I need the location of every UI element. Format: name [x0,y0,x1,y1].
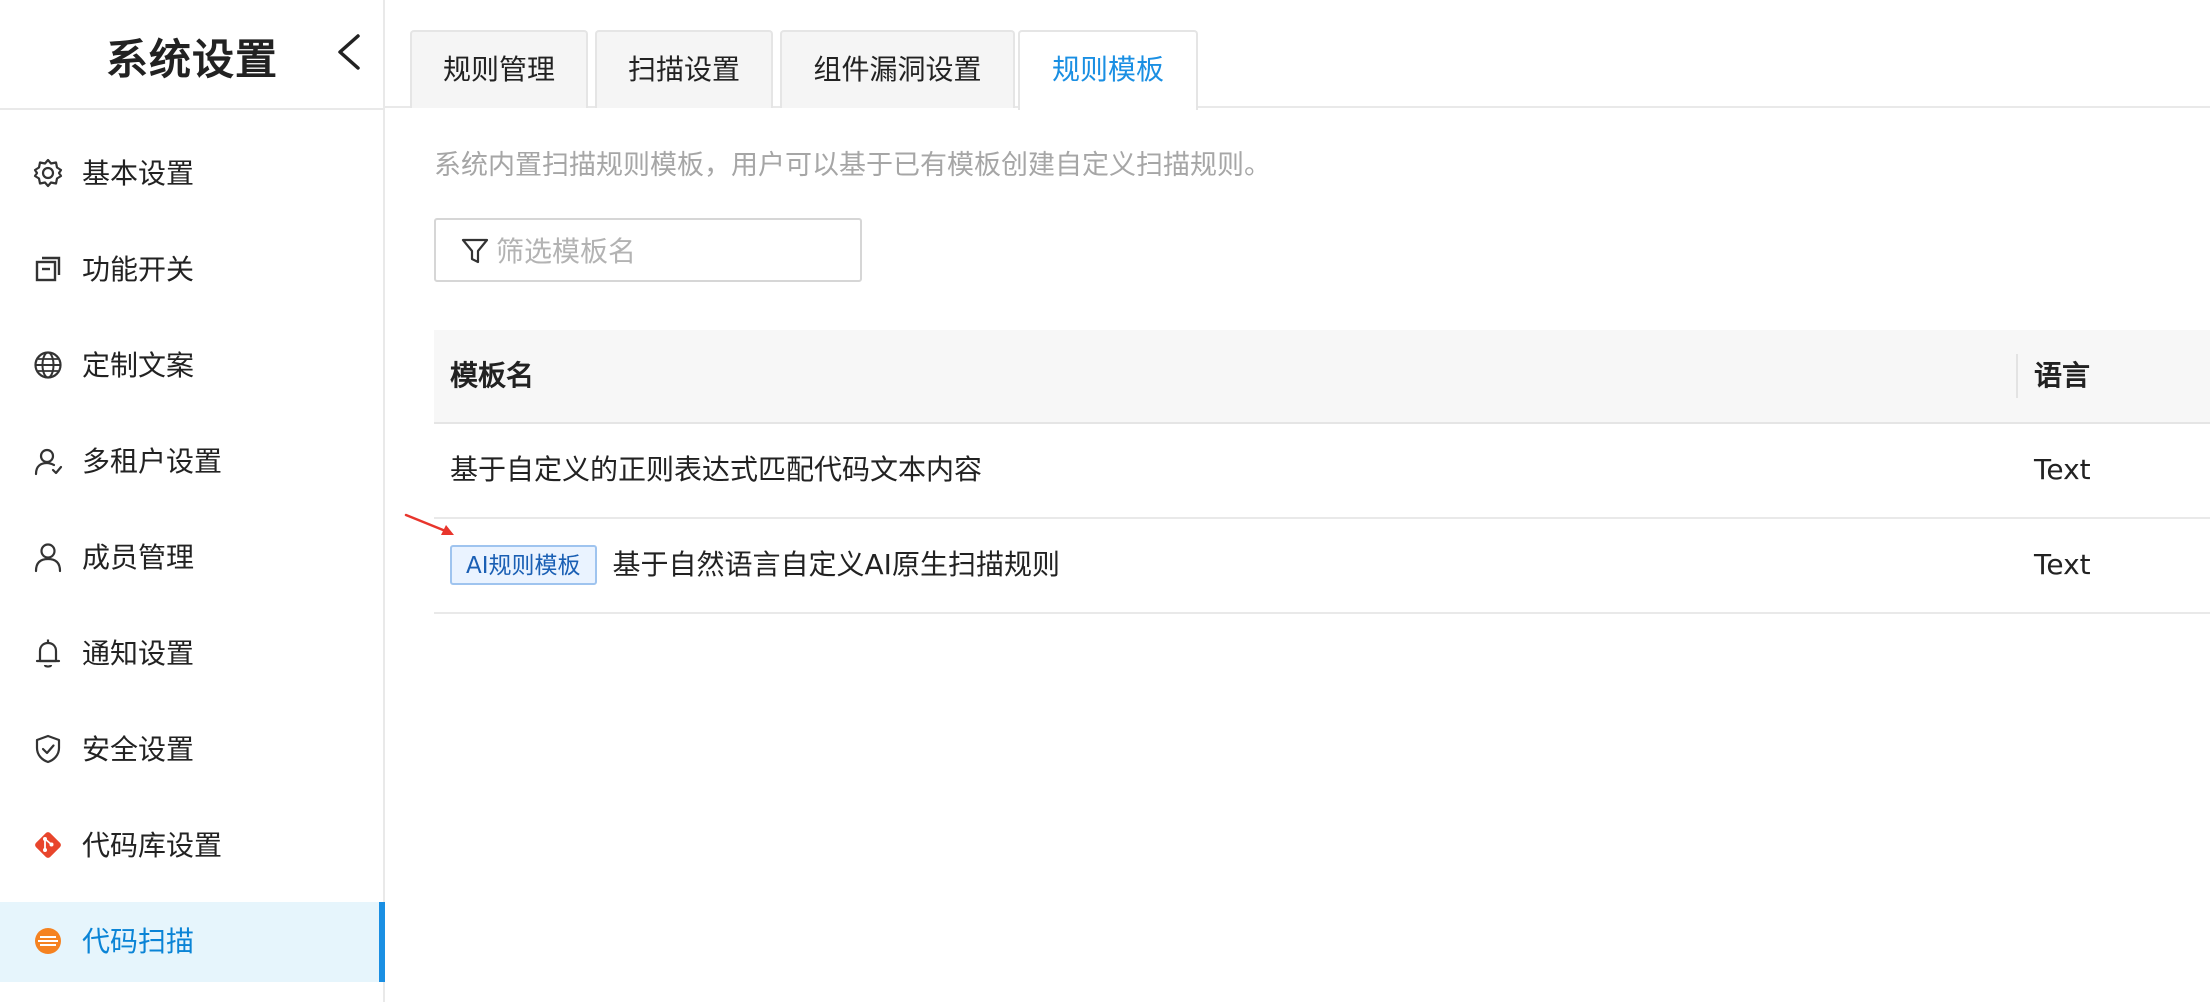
tab-component-vulnerability[interactable]: 组件漏洞设置 [780,30,1015,108]
sidebar-item-repository[interactable]: 代码库设置 [0,806,383,886]
git-icon [35,832,61,858]
shield-check-icon [35,734,61,764]
sidebar-item-label: 功能开关 [82,253,195,286]
sidebar: 系统设置 基本设置 功能开关 定制文案 多租户设置 成员管理 通知设置 安全设置… [0,0,385,1002]
scan-icon [35,928,61,954]
sidebar-item-notifications[interactable]: 通知设置 [0,614,383,694]
sidebar-item-label: 基本设置 [82,157,195,190]
tab-bar: 规则管理 扫描设置 组件漏洞设置 规则模板 [385,0,2210,110]
bell-icon [35,639,61,668]
collapse-sidebar-button[interactable] [330,30,366,74]
gear-icon [33,158,63,188]
template-name[interactable]: 基于自定义的正则表达式匹配代码文本内容 [450,450,982,490]
tab-rule-templates[interactable]: 规则模板 [1018,30,1198,110]
annotation-arrow-icon [404,513,454,535]
sidebar-item-custom-text[interactable]: 定制文案 [0,326,383,406]
template-name-filter-input[interactable] [494,228,848,274]
multi-user-icon [34,448,63,476]
sidebar-item-label: 多租户设置 [82,445,223,478]
sidebar-item-code-scan[interactable]: 代码扫描 [0,902,385,982]
sidebar-item-basic-settings[interactable]: 基本设置 [0,134,383,214]
sidebar-item-multi-tenant[interactable]: 多租户设置 [0,422,383,502]
sidebar-item-label: 通知设置 [82,637,195,670]
sidebar-item-members[interactable]: 成员管理 [0,518,383,598]
sidebar-item-label: 代码库设置 [82,829,223,862]
sidebar-item-label: 定制文案 [82,349,195,382]
ai-template-tag: AI规则模板 [450,545,597,585]
filter-icon [461,238,489,264]
sidebar-item-feature-switch[interactable]: 功能开关 [0,230,383,310]
template-name-cell: 基于自定义的正则表达式匹配代码文本内容 [450,450,982,490]
template-name-cell: AI规则模板 基于自然语言自定义AI原生扫描规则 [450,545,1060,585]
sidebar-title: 系统设置 [106,35,279,84]
filter-box[interactable] [434,218,862,282]
globe-icon [34,351,62,379]
table-row[interactable]: 基于自定义的正则表达式匹配代码文本内容 Text [434,424,2210,519]
template-language: Text [2034,453,2091,486]
sidebar-item-label: 代码扫描 [82,925,195,958]
template-name[interactable]: 基于自然语言自定义AI原生扫描规则 [613,545,1060,585]
toggle-window-icon [35,256,61,282]
sidebar-item-label: 安全设置 [82,733,195,766]
user-icon [34,543,62,573]
tab-rule-management[interactable]: 规则管理 [410,30,588,108]
sidebar-item-security[interactable]: 安全设置 [0,710,383,790]
table-header: 模板名 语言 [434,330,2210,424]
table-row[interactable]: AI规则模板 基于自然语言自定义AI原生扫描规则 Text [434,519,2210,614]
column-resize-handle[interactable] [2016,354,2018,398]
sidebar-item-label: 成员管理 [82,541,195,574]
templates-table: 模板名 语言 基于自定义的正则表达式匹配代码文本内容 Text AI规则模板 基… [434,330,2210,614]
template-language: Text [2034,548,2091,581]
page-description: 系统内置扫描规则模板，用户可以基于已有模板创建自定义扫描规则。 [434,150,1271,181]
chevron-left-icon [338,34,360,70]
tab-scan-settings[interactable]: 扫描设置 [595,30,773,108]
sidebar-header: 系统设置 [0,0,383,110]
column-header-template-name[interactable]: 模板名 [450,356,534,396]
column-header-language[interactable]: 语言 [2034,356,2090,396]
